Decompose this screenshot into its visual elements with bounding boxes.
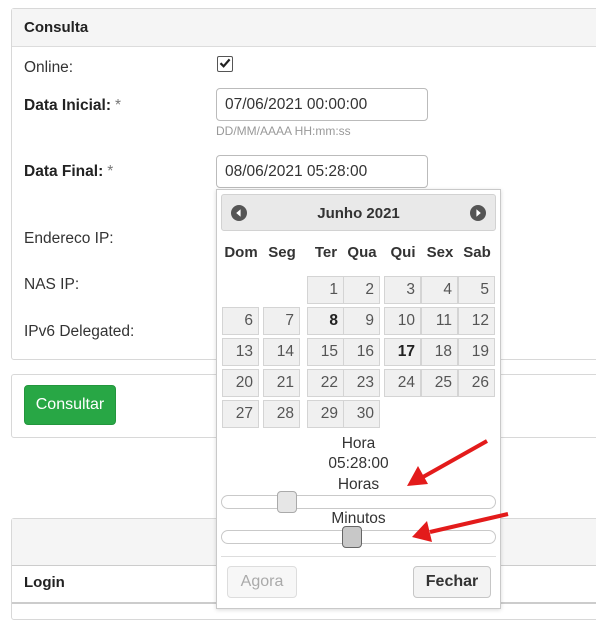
calendar-day-10[interactable]: 10 (384, 307, 421, 335)
minutes-slider-handle[interactable] (342, 526, 362, 548)
hours-label: Horas (337, 476, 380, 493)
date-format-help: DD/MM/AAAA HH:mm:ss (216, 124, 351, 138)
weekday-qua: Qua (347, 244, 377, 261)
online-checkbox[interactable] (217, 56, 233, 72)
hours-slider[interactable] (221, 491, 496, 513)
calendar-day-18[interactable]: 18 (421, 338, 458, 366)
calendar-day-21[interactable]: 21 (263, 369, 300, 397)
weekday-seg: Seg (268, 244, 296, 261)
weekday-sex: Sex (426, 244, 454, 261)
data-inicial-input[interactable]: 07/06/2021 00:00:00 (216, 88, 428, 121)
weekday-dom: Dom (224, 244, 258, 261)
calendar-day-8[interactable]: 8 (307, 307, 344, 335)
calendar-day-6[interactable]: 6 (222, 307, 259, 335)
weekday-qui: Qui (390, 244, 416, 261)
time-heading: Hora (341, 435, 376, 452)
ipv6-delegated-label: IPv6 Delegated: (24, 323, 135, 340)
checkmark-icon (219, 58, 231, 68)
calendar-day-15[interactable]: 15 (307, 338, 344, 366)
calendar-day-7[interactable]: 7 (263, 307, 300, 335)
calendar-day-26[interactable]: 26 (458, 369, 495, 397)
column-login[interactable]: Login (24, 574, 65, 591)
calendar-day-24[interactable]: 24 (384, 369, 421, 397)
calendar-day-11[interactable]: 11 (421, 307, 458, 335)
panel-title: Consulta (12, 9, 596, 47)
consultar-button[interactable]: Consultar (24, 385, 116, 425)
calendar-day-22[interactable]: 22 (307, 369, 344, 397)
calendar-day-19[interactable]: 19 (458, 338, 495, 366)
calendar-divider (221, 556, 496, 557)
calendar-day-20[interactable]: 20 (222, 369, 259, 397)
calendar-month-title: Junho 2021 (317, 205, 400, 222)
data-inicial-label: Data Inicial: * (24, 97, 122, 114)
now-button[interactable]: Agora (227, 566, 297, 598)
calendar-day-14[interactable]: 14 (263, 338, 300, 366)
calendar-day-29[interactable]: 29 (307, 400, 344, 428)
time-value: 05:28:00 (328, 455, 389, 472)
calendar-day-4[interactable]: 4 (421, 276, 458, 304)
calendar-day-2[interactable]: 2 (343, 276, 380, 304)
minutes-slider[interactable] (221, 526, 496, 548)
endereco-ip-label: Endereco IP: (24, 230, 114, 247)
data-final-label: Data Final: * (24, 163, 114, 180)
calendar-day-9[interactable]: 9 (343, 307, 380, 335)
calendar-day-13[interactable]: 13 (222, 338, 259, 366)
calendar-day-28[interactable]: 28 (263, 400, 300, 428)
calendar-day-1[interactable]: 1 (307, 276, 344, 304)
datetime-picker: Junho 2021 Dom Seg Ter Qua Qui Sex Sab 1234567… (216, 189, 501, 609)
nas-ip-label: NAS IP: (24, 276, 80, 293)
calendar-header: Junho 2021 (221, 194, 496, 231)
calendar-day-5[interactable]: 5 (458, 276, 495, 304)
online-label: Online: (24, 59, 74, 76)
circle-arrow-right-icon[interactable] (470, 205, 486, 221)
weekday-sab: Sab (463, 244, 491, 261)
calendar-day-12[interactable]: 12 (458, 307, 495, 335)
data-final-input[interactable]: 08/06/2021 05:28:00 (216, 155, 428, 188)
calendar-day-30[interactable]: 30 (343, 400, 380, 428)
calendar-day-17[interactable]: 17 (384, 338, 421, 366)
calendar-day-27[interactable]: 27 (222, 400, 259, 428)
calendar-day-23[interactable]: 23 (343, 369, 380, 397)
calendar-day-16[interactable]: 16 (343, 338, 380, 366)
calendar-day-25[interactable]: 25 (421, 369, 458, 397)
calendar-day-3[interactable]: 3 (384, 276, 421, 304)
close-button[interactable]: Fechar (413, 566, 491, 598)
